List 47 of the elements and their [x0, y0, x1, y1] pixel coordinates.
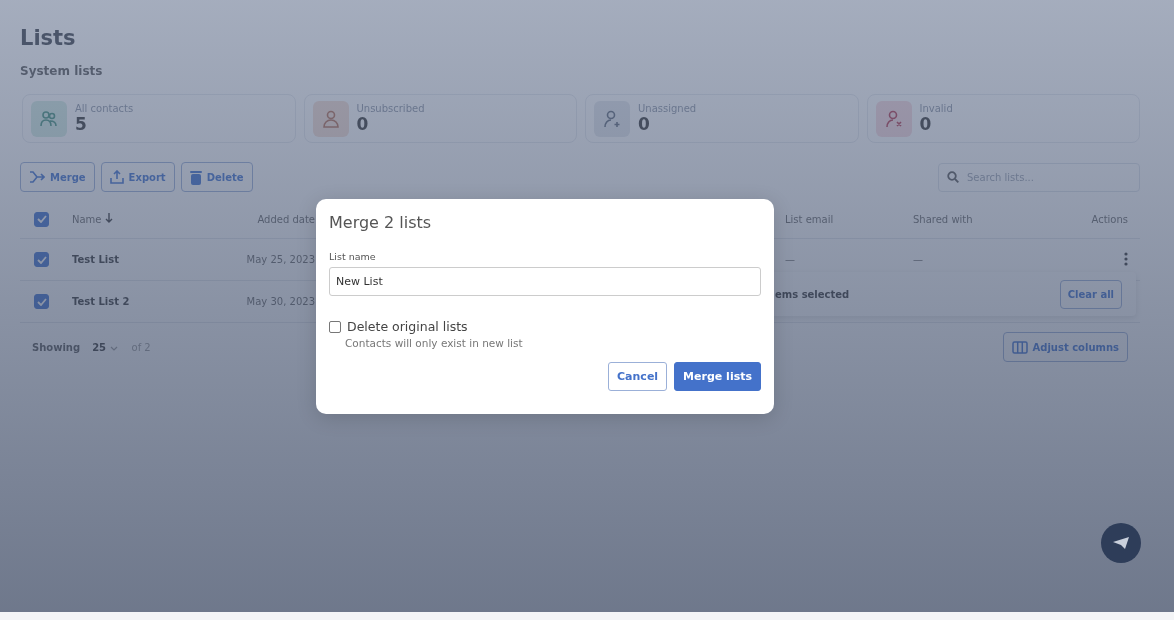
export-button[interactable]: Export — [100, 162, 175, 192]
merge-lists-button[interactable]: Merge lists — [674, 362, 761, 391]
search-icon — [947, 171, 959, 183]
trash-icon — [189, 169, 202, 185]
upload-icon — [109, 170, 124, 184]
date-cell-text: May 25, 2023 — [245, 254, 315, 265]
section-title: System lists — [20, 64, 104, 78]
list-name-cell[interactable]: Test List 2 — [72, 296, 202, 307]
column-header[interactable]: Added date — [202, 213, 315, 225]
chevron-down-icon — [109, 345, 118, 351]
stat-value: 5 — [75, 114, 88, 134]
dialog-title: Merge 2 lists — [329, 213, 433, 232]
checkbox[interactable] — [34, 294, 49, 309]
selection-count-text: ems selected — [775, 288, 850, 300]
field-label: List name — [329, 251, 377, 262]
merge-button[interactable]: Merge — [20, 162, 95, 192]
cancel-button[interactable]: Cancel — [608, 362, 668, 391]
send-icon — [1112, 536, 1130, 550]
stat-value: 0 — [356, 114, 370, 134]
date-cell-text: May 30, 2023 — [245, 296, 315, 307]
list-name-input[interactable]: New List — [329, 267, 761, 296]
checkbox[interactable] — [34, 211, 49, 227]
column-header[interactable]: Name — [72, 213, 202, 225]
showing-label: Showing — [32, 341, 81, 353]
shared-cell-text: — — [913, 254, 924, 265]
column-header[interactable]: Shared with — [913, 213, 1058, 225]
page-size-dropdown[interactable]: 25 — [92, 341, 118, 353]
email-cell-text: — — [784, 254, 796, 265]
checkbox[interactable] — [329, 320, 341, 333]
stat-value: 0 — [919, 114, 933, 134]
list-name-cell[interactable]: Test List — [72, 254, 202, 265]
checkbox[interactable] — [34, 252, 49, 267]
kebab-menu-icon[interactable] — [1124, 251, 1128, 266]
person-plus-icon — [602, 108, 622, 129]
delete-button[interactable]: Delete — [180, 162, 253, 192]
person-icon — [320, 108, 341, 129]
merge-icon — [29, 171, 45, 183]
stat-value: 0 — [638, 114, 651, 134]
clear-all-button[interactable]: Clear all — [1059, 279, 1122, 309]
page-title: Lists — [20, 26, 77, 50]
columns-icon — [1011, 340, 1028, 354]
checkbox-label[interactable]: Delete original lists — [347, 319, 468, 334]
person-remove-icon — [883, 108, 904, 129]
people-icon — [39, 108, 59, 129]
adjust-columns-button[interactable]: Adjust columns — [1002, 332, 1128, 362]
column-header[interactable]: Actions — [1058, 213, 1128, 225]
checkbox-hint: Contacts will only exist in new list — [345, 337, 524, 349]
